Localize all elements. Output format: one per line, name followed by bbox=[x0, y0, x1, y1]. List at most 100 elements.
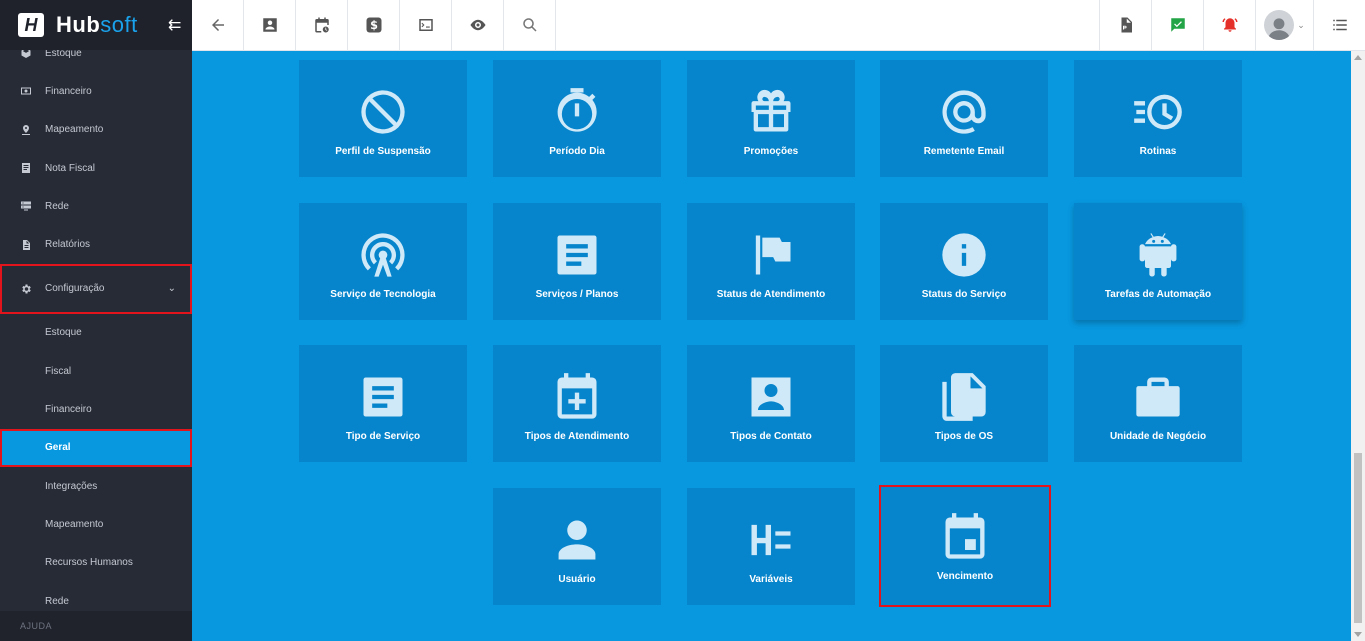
finance-button[interactable]: $ bbox=[348, 0, 400, 50]
notifications-button[interactable] bbox=[1203, 0, 1255, 50]
sidebar-subitem-fiscal[interactable]: Fiscal bbox=[0, 352, 192, 390]
card-label: Perfil de Suspensão bbox=[335, 146, 431, 157]
eye-icon bbox=[470, 19, 485, 31]
page-scrollbar[interactable] bbox=[1351, 51, 1365, 641]
dollar-icon: $ bbox=[366, 17, 381, 33]
gear-icon bbox=[20, 283, 32, 295]
sidebar-item-label: Mapeamento bbox=[45, 124, 104, 136]
sidebar-subitem-geral[interactable]: Geral bbox=[0, 428, 192, 467]
card-variaveis[interactable]: Variáveis bbox=[687, 488, 855, 605]
calendar-clock-button[interactable] bbox=[296, 0, 348, 50]
card-tipos-de-atendimento[interactable]: Tipos de Atendimento bbox=[493, 345, 661, 462]
terminal-button[interactable] bbox=[400, 0, 452, 50]
sidebar-item-rede[interactable]: Rede bbox=[0, 187, 192, 225]
scroll-down-arrow-icon[interactable] bbox=[1354, 632, 1362, 637]
user-menu-button[interactable]: ⌄ bbox=[1255, 0, 1313, 50]
pdf-button[interactable] bbox=[1099, 0, 1151, 50]
card-promocoes[interactable]: Promoções bbox=[687, 60, 855, 177]
timer-icon bbox=[549, 84, 605, 140]
card-usuario[interactable]: Usuário bbox=[493, 488, 661, 605]
card-label: Remetente Email bbox=[923, 146, 1005, 157]
brand-name: Hubsoft bbox=[56, 12, 138, 37]
contact-card-icon bbox=[262, 18, 277, 32]
collapse-left-icon[interactable]: ⇇ bbox=[168, 15, 181, 35]
sidebar-item-mapeamento[interactable]: Mapeamento bbox=[0, 111, 192, 149]
search-icon bbox=[522, 18, 537, 32]
variables-icon bbox=[743, 512, 799, 568]
terminal-icon bbox=[418, 19, 433, 31]
sidebar-item-relatorios[interactable]: Relatórios bbox=[0, 225, 192, 263]
scroll-up-arrow-icon[interactable] bbox=[1354, 55, 1362, 60]
user-silhouette-icon bbox=[1268, 18, 1291, 40]
card-label: Tipos de Atendimento bbox=[524, 431, 630, 442]
pdf-icon bbox=[1121, 17, 1132, 33]
sidebar-item-nota-fiscal[interactable]: Nota Fiscal bbox=[0, 149, 192, 187]
history-fast-icon bbox=[1130, 84, 1186, 140]
card-servico-de-tecnologia[interactable]: Serviço de Tecnologia bbox=[299, 203, 467, 320]
sidebar-item-label: Relatórios bbox=[45, 239, 91, 251]
card-unidade-de-negocio[interactable]: Unidade de Negócio bbox=[1074, 345, 1242, 462]
card-label: Serviços / Planos bbox=[535, 289, 619, 300]
card-status-do-servico[interactable]: Status do Serviço bbox=[880, 203, 1048, 320]
card-label: Status do Serviço bbox=[921, 289, 1007, 300]
card-tarefas-de-automacao[interactable]: Tarefas de Automação bbox=[1074, 203, 1242, 320]
block-icon bbox=[355, 84, 411, 140]
chat-button[interactable] bbox=[1151, 0, 1203, 50]
card-rotinas[interactable]: Rotinas bbox=[1074, 60, 1242, 177]
config-card-grid: Perfil de Suspensão Período Dia Promoçõe… bbox=[192, 51, 1349, 641]
document-icon bbox=[549, 227, 605, 283]
card-label: Tipo de Serviço bbox=[345, 431, 421, 442]
sidebar-item-configuracao[interactable]: Configuração ⌄ bbox=[0, 263, 192, 314]
view-button[interactable] bbox=[452, 0, 504, 50]
card-label: Tipos de Contato bbox=[730, 431, 812, 442]
sidebar-subitem-recursos-humanos[interactable]: Recursos Humanos bbox=[0, 544, 192, 582]
card-remetente-email[interactable]: Remetente Email bbox=[880, 60, 1048, 177]
card-periodo-dia[interactable]: Período Dia bbox=[493, 60, 661, 177]
hubsoft-logo-icon: H bbox=[18, 13, 44, 37]
section-label-ajuda: AJUDA bbox=[0, 611, 192, 641]
info-icon bbox=[936, 227, 992, 283]
card-status-de-atendimento[interactable]: Status de Atendimento bbox=[687, 203, 855, 320]
android-icon bbox=[1130, 227, 1186, 283]
sidebar-item-financeiro[interactable]: Financeiro bbox=[0, 72, 192, 110]
menu-list-button[interactable] bbox=[1313, 0, 1365, 50]
card-label: Vencimento bbox=[936, 571, 994, 582]
card-servicos-planos[interactable]: Serviços / Planos bbox=[493, 203, 661, 320]
card-label: Status de Atendimento bbox=[716, 289, 826, 300]
calendar-today-icon bbox=[937, 509, 993, 565]
map-pin-icon bbox=[20, 124, 32, 136]
sidebar-item-label: Nota Fiscal bbox=[45, 162, 96, 174]
calendar-clock-icon bbox=[314, 17, 329, 33]
back-button[interactable] bbox=[192, 0, 244, 50]
server-icon bbox=[20, 200, 32, 212]
arrow-left-icon bbox=[211, 19, 224, 31]
topbar-right: ⌄ bbox=[1099, 0, 1365, 50]
sidebar-subitem-mapeamento[interactable]: Mapeamento bbox=[0, 505, 192, 543]
alarm-bell-icon bbox=[1222, 18, 1237, 32]
files-icon bbox=[936, 369, 992, 425]
briefcase-icon bbox=[1130, 369, 1186, 425]
sidebar-subitem-integracoes[interactable]: Integrações bbox=[0, 467, 192, 505]
card-label: Usuário bbox=[558, 574, 596, 585]
card-tipos-de-contato[interactable]: Tipos de Contato bbox=[687, 345, 855, 462]
scrollbar-thumb[interactable] bbox=[1354, 453, 1362, 623]
card-label: Tarefas de Automação bbox=[1104, 289, 1212, 300]
card-label: Serviço de Tecnologia bbox=[330, 289, 436, 300]
flag-icon bbox=[743, 227, 799, 283]
card-tipo-de-servico[interactable]: Tipo de Serviço bbox=[299, 345, 467, 462]
card-tipos-de-os[interactable]: Tipos de OS bbox=[880, 345, 1048, 462]
card-label: Promoções bbox=[743, 146, 799, 157]
chevron-down-icon: ⌄ bbox=[167, 283, 176, 295]
contacts-button[interactable] bbox=[244, 0, 296, 50]
sidebar-subitem-financeiro[interactable]: Financeiro bbox=[0, 390, 192, 428]
card-vencimento[interactable]: Vencimento bbox=[879, 485, 1051, 607]
card-perfil-de-suspensao[interactable]: Perfil de Suspensão bbox=[299, 60, 467, 177]
contact-card-icon bbox=[743, 369, 799, 425]
svg-text:$: $ bbox=[370, 19, 378, 32]
search-button[interactable] bbox=[504, 0, 556, 50]
at-sign-icon bbox=[936, 84, 992, 140]
sidebar-subitem-estoque[interactable]: Estoque bbox=[0, 314, 192, 352]
calendar-add-icon bbox=[549, 369, 605, 425]
topbar: $ ⌄ bbox=[192, 0, 1365, 51]
sidebar-menu: Estoque Financeiro Mapeamento Nota Fisca… bbox=[0, 34, 192, 620]
